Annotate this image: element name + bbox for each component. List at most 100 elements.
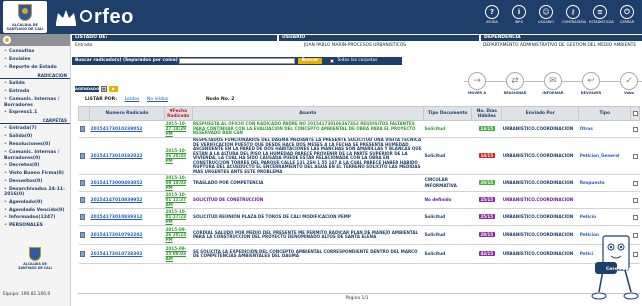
table-row[interactable]: 20154147010839952 2015-10-01 11:37 AM SOLI… — [78, 191, 640, 209]
sidebar-item-label: Salida — [8, 81, 25, 86]
sidebar-item-informados-1247[interactable]: • Informados(1247) — [0, 214, 70, 222]
help-button[interactable]: ? AYUDA — [481, 2, 503, 24]
table-row[interactable]: 20154173010839312 2015-10-01 17:23 PM SOLI… — [78, 208, 640, 226]
sidebar-item-consultas[interactable]: • Consultas — [0, 48, 70, 56]
sidebar-item-salida-0[interactable]: • Salida(0) — [0, 133, 70, 141]
header-radicado[interactable]: Numero Radicado — [89, 106, 165, 121]
sidebar-item-devueltos-0[interactable]: • Devueltos(0) — [0, 178, 70, 186]
fecha-link[interactable]: 2015-10-01 17:23 PM — [165, 209, 186, 224]
move-button[interactable]: → MOVER A — [464, 72, 490, 95]
all-folders-checkbox[interactable] — [330, 59, 334, 63]
fecha-link[interactable]: 2015-09-26 20:23 PM — [165, 227, 186, 242]
sidebar-item-agendado-vencido-0[interactable]: • Agendado Vencido(0) — [0, 207, 70, 215]
sidebar-item-comunic-internas-borradores[interactable]: • Comunic. Internas / Borradores — [0, 96, 70, 109]
search-input[interactable] — [179, 58, 295, 64]
select-cell[interactable] — [630, 174, 640, 192]
sidebar-item-comunic-internas-borradores-0[interactable]: • Comunic. Internas / Borradores(0) — [0, 149, 70, 162]
sidebar-item-personales[interactable]: • PERSONALES — [0, 222, 70, 230]
fecha-link[interactable]: 2015-10-27 14:29 PM — [165, 121, 186, 136]
listado-value: Entrada — [75, 43, 93, 48]
reassign-button[interactable]: ⇄ REASIGNAR — [502, 72, 528, 95]
password-button[interactable]: ⚷ CONTRASEÑA — [562, 2, 586, 24]
sidebar-item-label: Reporte de Estado — [8, 65, 57, 70]
sidebar-item-visto-bueno-firma-0[interactable]: • Visto Bueno Firma(0) — [0, 170, 70, 178]
filter-no-leidos-link[interactable]: No leídos — [147, 97, 168, 102]
sidebar-item-label: Express1.1 — [8, 110, 38, 115]
fecha-link[interactable]: 2015-10-26 20:45 PM — [165, 148, 186, 163]
enviado-text: URBANISTICO.COORDINACION — [502, 214, 574, 219]
agenda-go-button[interactable]: ▶ — [109, 85, 118, 92]
table-row[interactable]: 20154173010239052 2015-10-27 14:29 PM RESP… — [78, 120, 640, 138]
header-fecha[interactable]: ▼Fecha Radicado — [163, 106, 193, 121]
row-icon-cell — [78, 244, 90, 264]
sidebar-item-entrada-7[interactable]: • Entrada(7) — [0, 125, 70, 133]
dias-cell: 43/15 — [471, 244, 502, 264]
logo-text: ALCALDIA DE SANTIAGO DE CALI — [6, 23, 44, 31]
stats-button[interactable]: ≡ ESTADISTICAS — [589, 2, 614, 24]
table-row[interactable]: 20154173000493052 2015-10-08 14:03 PM TRAS… — [78, 174, 640, 192]
search-button[interactable]: Buscar — [298, 58, 322, 64]
select-cell[interactable] — [630, 137, 640, 175]
radicado-link[interactable]: 20154173010239052 — [91, 127, 143, 132]
select-cell[interactable] — [630, 120, 640, 138]
vobo-button[interactable]: ✓ Vobo — [616, 72, 642, 95]
bullet-icon: • — [4, 49, 7, 54]
sidebar-item-reporte-de-estado[interactable]: • Reporte de Estado — [0, 64, 70, 72]
radicado-link[interactable]: 20154147010839952 — [91, 198, 143, 203]
row-checkbox[interactable] — [632, 126, 638, 132]
fecha-link[interactable]: 2015-10-08 14:03 PM — [165, 175, 186, 190]
tipo-doc-cell: Solicitud — [423, 137, 472, 175]
inform-button[interactable]: ✉ INFORMAR — [540, 72, 566, 95]
header-asunto[interactable]: Asunto — [191, 106, 424, 121]
header-dias[interactable]: No. Días Hábiles — [471, 106, 503, 121]
header-tipo-doc[interactable]: Tipo Documento — [422, 106, 473, 121]
sidebar-item-agendado-0[interactable]: • Agendado(0) — [0, 199, 70, 207]
radicado-link[interactable]: 20154173010738302 — [91, 252, 143, 257]
agendado-button[interactable]: AGENDADO — [75, 85, 99, 92]
radicado-link[interactable]: 20154173000493052 — [91, 181, 143, 186]
tipo-doc-text: Solicitud — [424, 251, 446, 256]
tipo-cell: Respuesta — [578, 174, 631, 192]
enviado-cell: URBANISTICO.COORDINACION — [501, 191, 579, 209]
header-select-all[interactable] — [630, 106, 640, 121]
sidebar-item-desarchivados-24-11-2016-0[interactable]: • Desarchivados 24-11-2016(0) — [0, 186, 70, 199]
sidebar-item-salida[interactable]: • Salida — [0, 80, 70, 88]
tipo-cell: Otros — [578, 120, 631, 138]
row-icon-cell — [78, 120, 90, 138]
sidebar-item-env-ales[interactable]: • Envíales — [0, 56, 70, 64]
fecha-cell: 2015-10-08 14:03 PM — [164, 174, 192, 192]
sidebar-item-resoluciones-0[interactable]: • Resoluciones(0) — [0, 141, 70, 149]
table-row[interactable]: 20154173010182022 2015-10-26 20:45 PM RESP… — [78, 137, 640, 175]
header-enviado[interactable]: Enviado Por — [501, 106, 580, 121]
fecha-link[interactable]: 2015-10-01 11:37 AM — [165, 192, 186, 207]
table-row[interactable]: 20154173010792202 2015-09-26 20:23 PM CORD… — [78, 225, 640, 245]
fecha-link[interactable]: 2015-09-25 09:03 AM — [165, 246, 186, 261]
row-checkbox[interactable] — [632, 197, 638, 203]
sidebar-item-entrada[interactable]: • Entrada — [0, 88, 70, 96]
inform-label: INFORMAR — [542, 91, 564, 95]
sidebar: • Consultas • Envíales • Reporte de Estado RA… — [0, 34, 71, 306]
row-checkbox[interactable] — [632, 180, 638, 186]
user-button[interactable]: ☺ USUARIO — [535, 2, 557, 24]
info-button[interactable]: i INFO — [508, 2, 530, 24]
radicado-link[interactable]: 20154173010792202 — [91, 233, 143, 238]
sidebar-toggle[interactable] — [0, 34, 70, 46]
row-checkbox[interactable] — [632, 214, 638, 220]
dias-badge: 25/15 — [478, 197, 496, 202]
header-tipo[interactable]: Tipo — [578, 106, 632, 121]
table-row[interactable]: 20154173010738302 2015-09-25 09:03 AM SE S… — [78, 244, 640, 264]
radicado-link[interactable]: 20154173010839312 — [91, 215, 143, 220]
row-checkbox[interactable] — [632, 153, 638, 159]
return-button[interactable]: ↩ DEVOLVER — [578, 72, 604, 95]
calendar-icon[interactable]: ▦ — [101, 85, 107, 92]
password-icon: ⚷ — [566, 5, 580, 19]
select-cell[interactable] — [630, 208, 640, 226]
filter-leidos-link[interactable]: Leídos — [125, 97, 140, 102]
sidebar-item-express1-1[interactable]: • Express1.1 — [0, 109, 70, 117]
radicado-link[interactable]: 20154173010182022 — [91, 154, 143, 159]
select-cell[interactable] — [630, 191, 640, 209]
sidebar-item-decretos-0[interactable]: • Decretos(0) — [0, 162, 70, 170]
logout-button[interactable]: ⏻ CERRAR — [616, 2, 638, 24]
select-all-checkbox[interactable] — [632, 111, 638, 116]
sidebar-logo: ALCALDIA DE SANTIAGO DE CALI — [17, 247, 53, 270]
